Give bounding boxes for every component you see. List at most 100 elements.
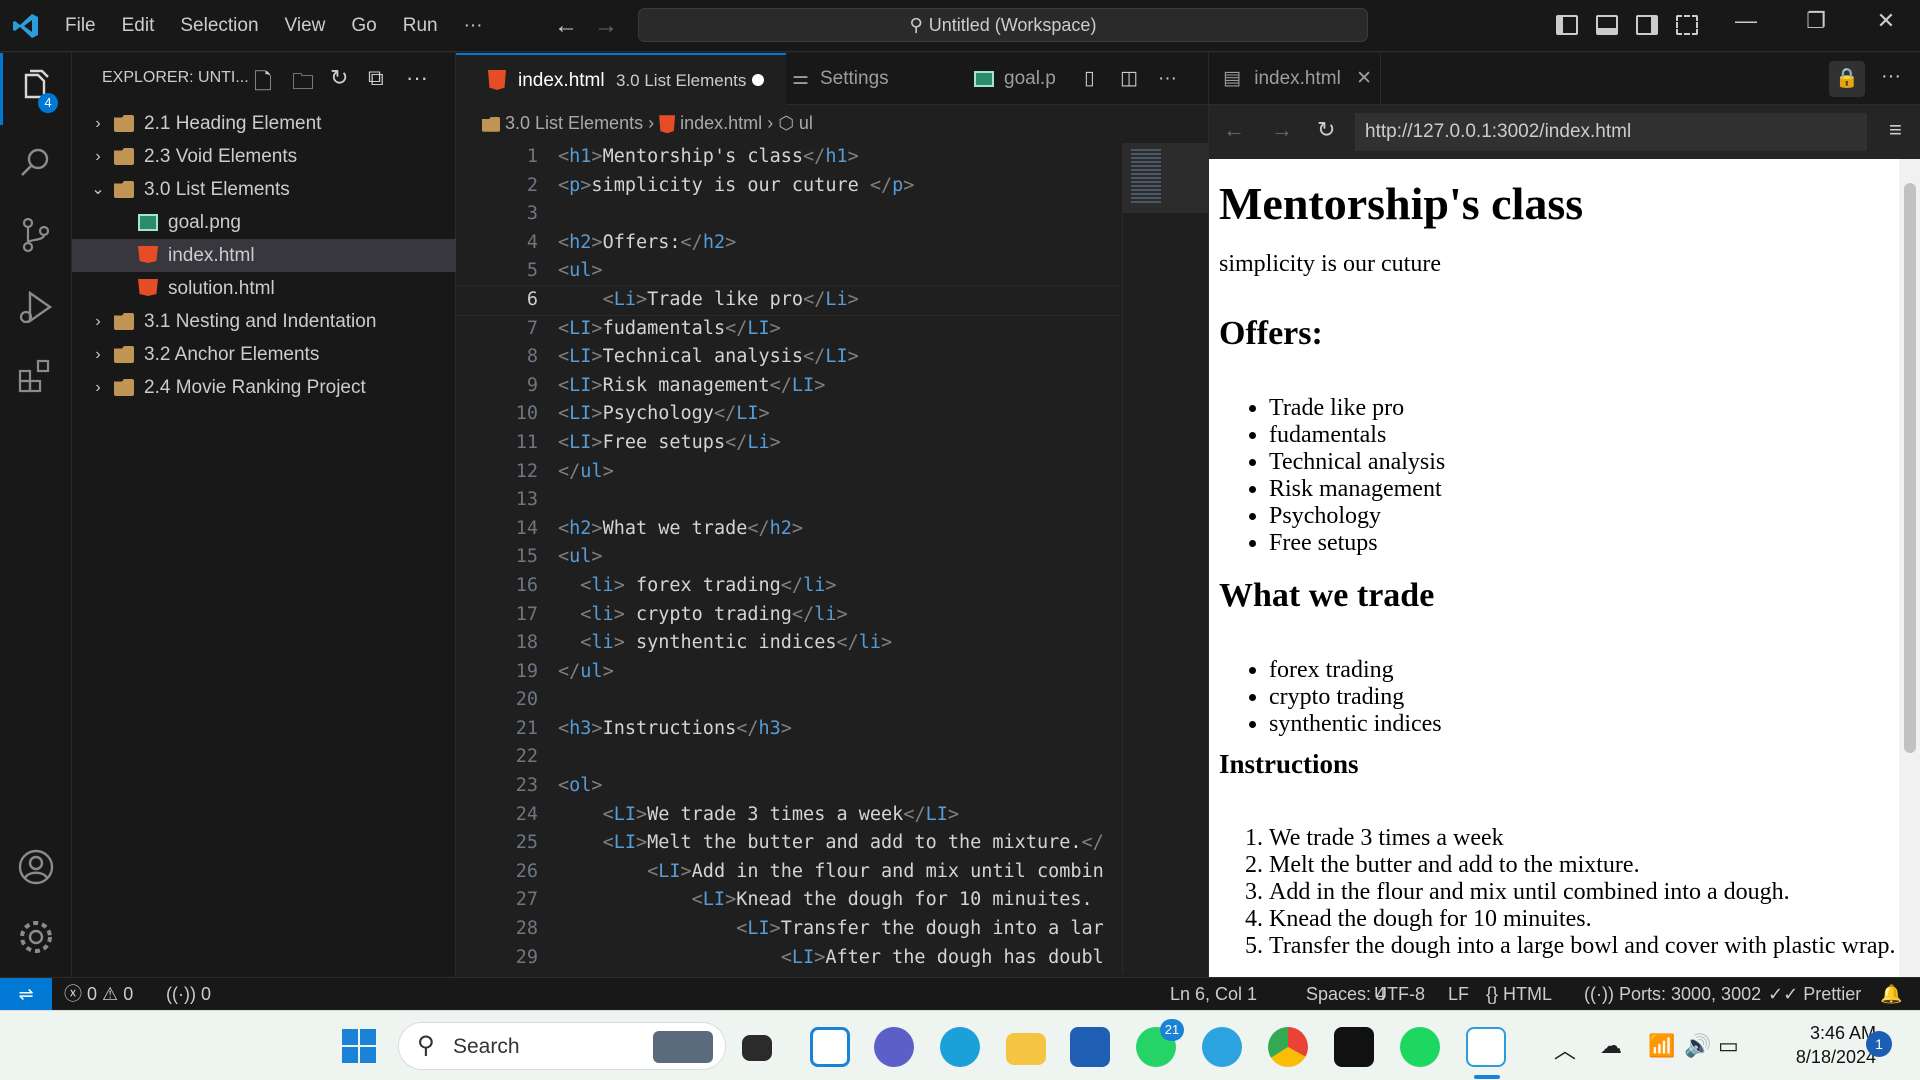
code-line[interactable]: 27 <LI>Knead the dough for 10 minuites.: [456, 886, 1122, 915]
menu-item[interactable]: Run: [390, 0, 451, 52]
language-mode[interactable]: {} HTML: [1486, 978, 1552, 1010]
code-line[interactable]: 2 <p>simplicity is our cuture </p>: [456, 172, 1122, 201]
bell-icon[interactable]: 🔔: [1880, 978, 1902, 1010]
chevron-right-icon[interactable]: ›: [88, 305, 108, 338]
menu-item[interactable]: ···: [451, 0, 496, 52]
tab-settings[interactable]: ⚌ Settings: [792, 53, 962, 105]
tree-item[interactable]: goal.png: [72, 206, 456, 239]
source-control-icon[interactable]: [16, 215, 56, 255]
end-of-line[interactable]: LF: [1448, 978, 1469, 1010]
command-center[interactable]: ⚲ Untitled (Workspace): [638, 8, 1368, 42]
tree-item[interactable]: solution.html: [72, 272, 456, 305]
encoding[interactable]: UTF-8: [1374, 978, 1425, 1010]
store-icon[interactable]: [1070, 1027, 1110, 1067]
tab-goal-png[interactable]: goal.p: [974, 53, 1094, 105]
chevron-right-icon[interactable]: ›: [88, 371, 108, 404]
back-arrow-icon[interactable]: ←: [554, 12, 578, 40]
telegram-icon[interactable]: [1202, 1027, 1242, 1067]
breadcrumb-file[interactable]: index.html: [680, 113, 762, 133]
page-scrollbar[interactable]: [1899, 159, 1920, 977]
breadcrumb-symbol[interactable]: ul: [799, 113, 813, 133]
tree-item[interactable]: › 2.4 Movie Ranking Project: [72, 371, 456, 404]
code-line[interactable]: 3: [456, 200, 1122, 229]
minimize-icon[interactable]: —: [1726, 8, 1766, 34]
code-line[interactable]: 8 <LI>Technical analysis</LI>: [456, 343, 1122, 372]
tab-index-html[interactable]: index.html 3.0 List Elements: [456, 53, 786, 105]
spotify-icon[interactable]: [1400, 1027, 1440, 1067]
code-line[interactable]: 15 <ul>: [456, 543, 1122, 572]
minimap[interactable]: [1122, 143, 1209, 973]
more-actions-icon[interactable]: ···: [1881, 65, 1901, 88]
code-line[interactable]: 28 <LI>Transfer the dough into a lar: [456, 915, 1122, 944]
breadcrumb-folder[interactable]: 3.0 List Elements: [505, 113, 643, 133]
collapse-all-icon[interactable]: ⧉: [368, 65, 384, 91]
more-actions-icon[interactable]: ···: [1158, 53, 1177, 105]
tree-item[interactable]: › 2.3 Void Elements: [72, 140, 456, 173]
battery-icon[interactable]: ▭: [1718, 1033, 1739, 1059]
windows-start-icon[interactable]: [342, 1029, 378, 1065]
volume-icon[interactable]: 🔊: [1684, 1033, 1711, 1059]
accounts-icon[interactable]: [16, 847, 56, 887]
code-line[interactable]: 4 <h2>Offers:</h2>: [456, 229, 1122, 258]
code-line[interactable]: 19 </ul>: [456, 658, 1122, 687]
code-line[interactable]: 10 <LI>Psychology</LI>: [456, 400, 1122, 429]
close-icon[interactable]: ✕: [1866, 8, 1906, 34]
refresh-icon[interactable]: ↻: [330, 65, 348, 91]
code-line[interactable]: 21 <h3>Instructions</h3>: [456, 715, 1122, 744]
split-editor-icon[interactable]: ◫: [1120, 53, 1138, 105]
chevron-down-icon[interactable]: ⌄: [88, 173, 108, 206]
teams-icon[interactable]: [874, 1027, 914, 1067]
close-tab-icon[interactable]: ✕: [1356, 68, 1372, 89]
browser-back-icon[interactable]: ←: [1223, 117, 1245, 143]
menu-item[interactable]: View: [272, 0, 339, 52]
tab-browser-index-html[interactable]: ▤ index.html ✕: [1209, 53, 1381, 105]
code-line[interactable]: 11 <LI>Free setups</Li>: [456, 429, 1122, 458]
more-actions-icon[interactable]: ···: [406, 65, 428, 91]
prettier-status[interactable]: ✓✓ Prettier: [1768, 978, 1861, 1010]
chevron-right-icon[interactable]: ›: [88, 140, 108, 173]
extensions-icon[interactable]: [16, 357, 56, 397]
file-explorer-icon[interactable]: [1006, 1033, 1046, 1065]
code-line[interactable]: 13: [456, 486, 1122, 515]
problems-indicator[interactable]: ⓧ 0 ⚠ 0: [64, 978, 133, 1010]
code-line[interactable]: 6 <Li>Trade like pro</Li>: [456, 284, 1122, 316]
tradingview-icon[interactable]: [1334, 1027, 1374, 1067]
widgets-icon[interactable]: [810, 1027, 850, 1067]
restore-icon[interactable]: ❐: [1796, 8, 1836, 34]
code-line[interactable]: 22: [456, 743, 1122, 772]
vscode-taskbar-icon[interactable]: [1466, 1027, 1506, 1067]
taskbar-clock[interactable]: 3:46 AM 8/18/2024: [1756, 1021, 1876, 1069]
search-icon[interactable]: [16, 143, 56, 183]
toggle-panel-icon[interactable]: [1596, 15, 1618, 35]
run-debug-icon[interactable]: [16, 287, 56, 327]
notification-badge[interactable]: 1: [1866, 1031, 1892, 1057]
menu-item[interactable]: File: [52, 0, 109, 52]
scrollbar-thumb[interactable]: [1904, 183, 1916, 753]
tree-item[interactable]: › 2.1 Heading Element: [72, 107, 456, 140]
chevron-right-icon[interactable]: ›: [88, 338, 108, 371]
code-area[interactable]: 1 <h1>Mentorship's class</h1> 2 <p>simplici…: [456, 143, 1122, 973]
code-line[interactable]: 29 <LI>After the dough has doubl: [456, 944, 1122, 973]
unsaved-dot-icon[interactable]: [752, 74, 764, 86]
edge-icon[interactable]: [940, 1027, 980, 1067]
code-line[interactable]: 14 <h2>What we trade</h2>: [456, 515, 1122, 544]
new-folder-icon[interactable]: 🗀: [292, 65, 314, 103]
wifi-icon[interactable]: 📶: [1648, 1033, 1675, 1059]
settings-gear-icon[interactable]: [16, 917, 56, 957]
menu-item[interactable]: Selection: [167, 0, 271, 52]
browser-menu-icon[interactable]: ≡: [1889, 117, 1902, 143]
code-line[interactable]: 17 <li> crypto trading</li>: [456, 601, 1122, 630]
onedrive-cloud-icon[interactable]: ☁: [1600, 1033, 1622, 1059]
code-line[interactable]: 7 <LI>fudamentals</LI>: [456, 315, 1122, 344]
code-line[interactable]: 23 <ol>: [456, 772, 1122, 801]
code-line[interactable]: 9 <LI>Risk management</LI>: [456, 372, 1122, 401]
cursor-position[interactable]: Ln 6, Col 1: [1170, 978, 1257, 1010]
toggle-primary-sidebar-icon[interactable]: [1556, 15, 1578, 35]
code-line[interactable]: 26 <LI>Add in the flour and mix until co…: [456, 858, 1122, 887]
tree-item[interactable]: › 3.1 Nesting and Indentation: [72, 305, 456, 338]
url-input[interactable]: http://127.0.0.1:3002/index.html: [1355, 113, 1867, 151]
code-line[interactable]: 24 <LI>We trade 3 times a week</LI>: [456, 801, 1122, 830]
code-line[interactable]: 25 <LI>Melt the butter and add to the mi…: [456, 829, 1122, 858]
code-line[interactable]: 18 <li> synthentic indices</li>: [456, 629, 1122, 658]
browser-forward-icon[interactable]: →: [1271, 117, 1293, 143]
